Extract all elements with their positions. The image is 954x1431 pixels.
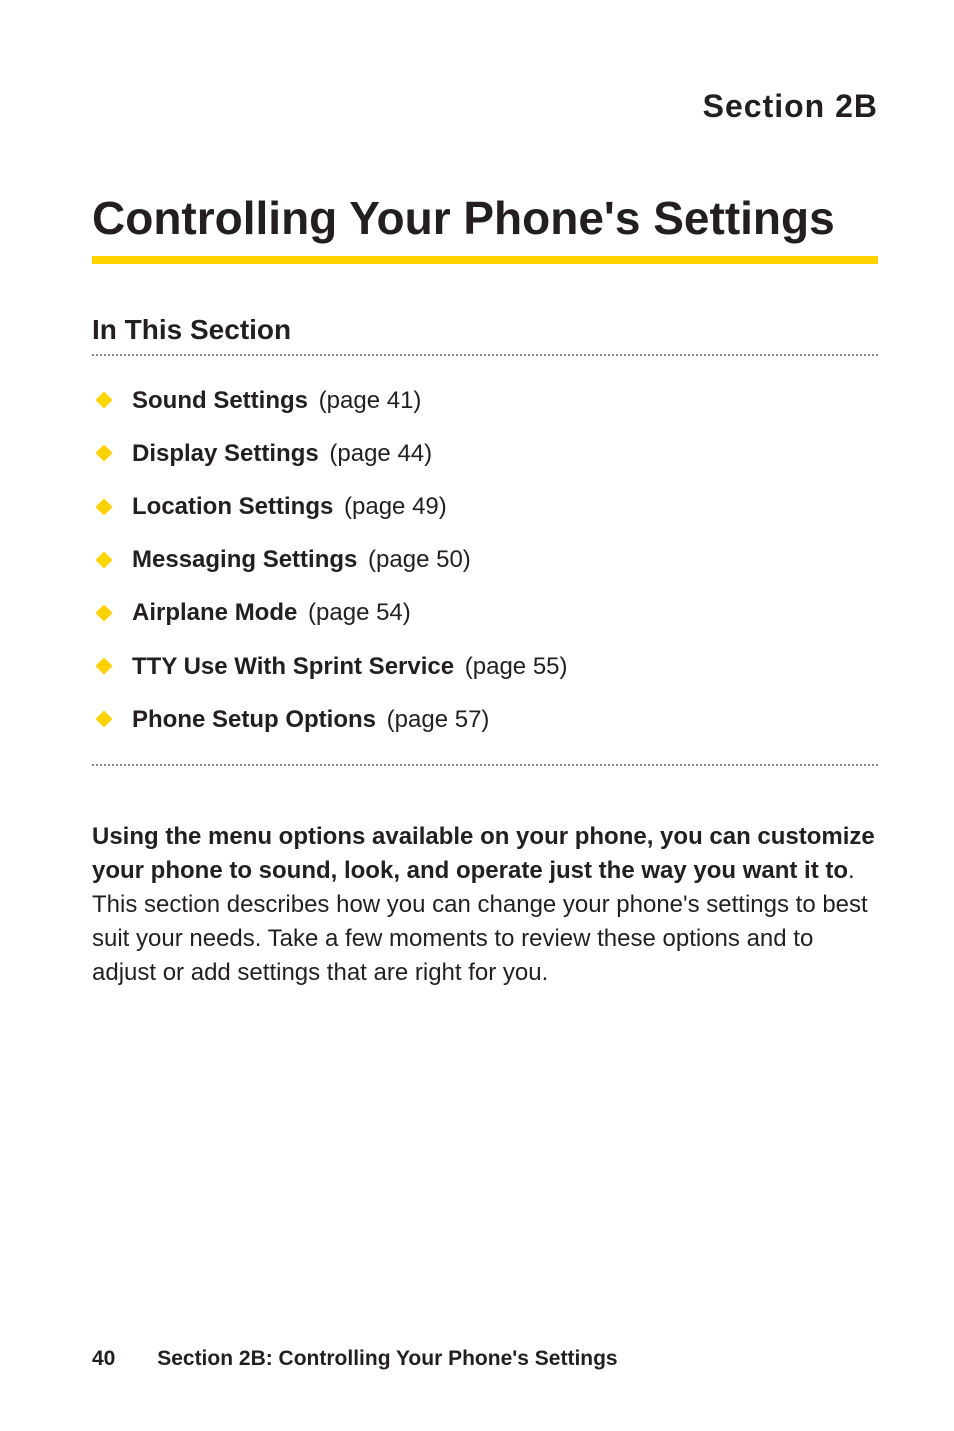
list-item: Messaging Settings (page 50) xyxy=(92,533,878,586)
diamond-bullet-icon xyxy=(96,392,113,409)
diamond-bullet-icon xyxy=(96,711,113,728)
body-lead: Using the menu options available on your… xyxy=(92,823,875,884)
toc-entry: Display Settings (page 44) xyxy=(132,438,432,469)
diamond-bullet-icon xyxy=(96,445,113,462)
diamond-bullet-icon xyxy=(96,498,113,515)
list-item: TTY Use With Sprint Service (page 55) xyxy=(92,640,878,693)
toc-title: TTY Use With Sprint Service xyxy=(132,653,454,680)
toc-page-ref: (page 57) xyxy=(387,706,490,733)
toc-page-ref: (page 41) xyxy=(319,387,422,414)
running-title: Section 2B: Controlling Your Phone's Set… xyxy=(157,1347,617,1370)
toc-title: Airplane Mode xyxy=(132,599,297,626)
dotted-rule-top xyxy=(92,354,878,356)
list-item: Phone Setup Options (page 57) xyxy=(92,693,878,746)
list-item: Sound Settings (page 41) xyxy=(92,374,878,427)
toc-page-ref: (page 54) xyxy=(308,599,411,626)
toc-entry: Phone Setup Options (page 57) xyxy=(132,704,489,735)
body-paragraph: Using the menu options available on your… xyxy=(92,820,878,990)
list-item: Airplane Mode (page 54) xyxy=(92,586,878,639)
toc-title: Messaging Settings xyxy=(132,546,357,573)
toc-page-ref: (page 55) xyxy=(465,653,568,680)
list-item: Location Settings (page 49) xyxy=(92,480,878,533)
diamond-bullet-icon xyxy=(96,658,113,675)
dotted-rule-bottom xyxy=(92,764,878,766)
toc-entry: TTY Use With Sprint Service (page 55) xyxy=(132,651,568,682)
toc-title: Location Settings xyxy=(132,493,333,520)
toc-page-ref: (page 50) xyxy=(368,546,471,573)
page-number: 40 xyxy=(92,1347,115,1370)
toc-page-ref: (page 44) xyxy=(329,440,432,467)
toc-title: Sound Settings xyxy=(132,387,308,414)
diamond-bullet-icon xyxy=(96,604,113,621)
toc-entry: Location Settings (page 49) xyxy=(132,491,447,522)
list-item: Display Settings (page 44) xyxy=(92,427,878,480)
chapter-title: Controlling Your Phone's Settings xyxy=(92,193,878,244)
toc-title: Phone Setup Options xyxy=(132,706,376,733)
toc-page-ref: (page 49) xyxy=(344,493,447,520)
subsection-title: In This Section xyxy=(92,314,878,346)
diamond-bullet-icon xyxy=(96,551,113,568)
section-label: Section 2B xyxy=(92,88,878,125)
page-footer: 40 Section 2B: Controlling Your Phone's … xyxy=(92,1347,618,1371)
toc-list: Sound Settings (page 41) Display Setting… xyxy=(92,374,878,746)
toc-entry: Airplane Mode (page 54) xyxy=(132,597,411,628)
toc-entry: Sound Settings (page 41) xyxy=(132,385,421,416)
toc-title: Display Settings xyxy=(132,440,319,467)
title-underline xyxy=(92,256,878,264)
toc-entry: Messaging Settings (page 50) xyxy=(132,544,471,575)
